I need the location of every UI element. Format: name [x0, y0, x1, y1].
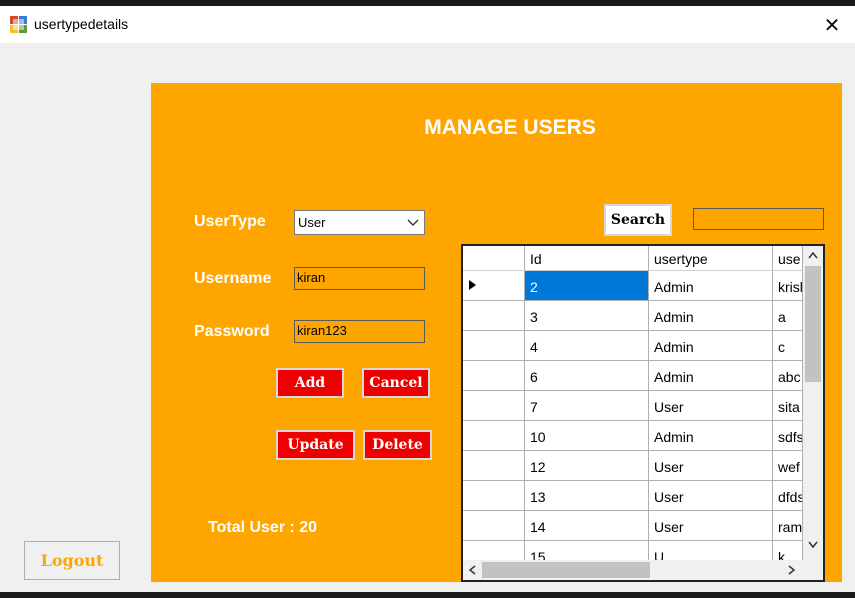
table-row[interactable]: 6 Admin abc: [463, 361, 803, 391]
vertical-scrollbar[interactable]: [803, 246, 823, 560]
cell-username[interactable]: krisl: [773, 271, 803, 301]
cell-username[interactable]: sdfs: [773, 421, 803, 451]
usertype-select[interactable]: User: [294, 210, 425, 235]
cell-username[interactable]: ram: [773, 511, 803, 541]
add-button[interactable]: Add: [276, 368, 344, 398]
cell-usertype[interactable]: User: [649, 451, 773, 481]
app-window: usertypedetails ✕ MANAGE USERS UserType …: [0, 6, 855, 592]
cell-username[interactable]: wef: [773, 451, 803, 481]
cell-usertype[interactable]: Admin: [649, 361, 773, 391]
logout-button[interactable]: Logout: [24, 541, 120, 580]
vertical-scroll-thumb[interactable]: [805, 266, 821, 382]
table-row[interactable]: 7 User sita: [463, 391, 803, 421]
table-row[interactable]: 10 Admin sdfs: [463, 421, 803, 451]
row-header-corner: [463, 246, 525, 271]
total-users-label: Total User : 20: [208, 519, 318, 536]
title-bar: usertypedetails ✕: [0, 6, 855, 43]
row-header[interactable]: [463, 391, 525, 421]
update-button[interactable]: Update: [276, 430, 355, 460]
username-label: Username: [194, 270, 272, 287]
column-header-usertype[interactable]: usertype: [649, 246, 773, 271]
usertype-value: User: [298, 215, 326, 230]
cell-id[interactable]: 10: [525, 421, 649, 451]
scrollbar-corner: [803, 560, 823, 580]
row-header[interactable]: [463, 481, 525, 511]
row-header[interactable]: [463, 451, 525, 481]
password-field[interactable]: kiran123: [294, 320, 425, 343]
scroll-left-icon[interactable]: [464, 561, 481, 579]
manage-users-panel: MANAGE USERS UserType User Username kira…: [151, 83, 842, 582]
cell-id[interactable]: 14: [525, 511, 649, 541]
cell-username[interactable]: sita: [773, 391, 803, 421]
cell-id[interactable]: 3: [525, 301, 649, 331]
cell-usertype[interactable]: User: [649, 481, 773, 511]
window-title: usertypedetails: [34, 16, 129, 32]
usertype-label: UserType: [194, 213, 266, 230]
row-header[interactable]: [463, 511, 525, 541]
cell-usertype[interactable]: User: [649, 511, 773, 541]
column-header-id[interactable]: Id: [525, 246, 649, 271]
table-row[interactable]: 4 Admin c: [463, 331, 803, 361]
cell-usertype[interactable]: Admin: [649, 331, 773, 361]
horizontal-scroll-thumb[interactable]: [482, 562, 650, 578]
cell-id[interactable]: 7: [525, 391, 649, 421]
username-field[interactable]: kiran: [294, 267, 425, 290]
page-title: MANAGE USERS: [424, 116, 596, 139]
cell-username[interactable]: abc: [773, 361, 803, 391]
row-header[interactable]: [463, 361, 525, 391]
scroll-right-icon[interactable]: [783, 561, 800, 579]
column-header-username[interactable]: use: [773, 246, 803, 271]
cell-id[interactable]: 12: [525, 451, 649, 481]
row-pointer-icon: [469, 280, 476, 290]
row-header[interactable]: [463, 301, 525, 331]
cell-usertype[interactable]: User: [649, 391, 773, 421]
app-icon: [10, 16, 27, 33]
cell-usertype[interactable]: Admin: [649, 271, 773, 301]
users-grid[interactable]: Id usertype use 2 Admin krisl 3 Admin a: [461, 244, 825, 582]
search-button[interactable]: Search: [604, 204, 672, 236]
chevron-down-icon: [407, 219, 419, 226]
search-input[interactable]: [693, 208, 824, 230]
cancel-button[interactable]: Cancel: [362, 368, 430, 398]
cell-id[interactable]: 6: [525, 361, 649, 391]
table-row[interactable]: 3 Admin a: [463, 301, 803, 331]
cell-username[interactable]: dfds: [773, 481, 803, 511]
close-icon[interactable]: ✕: [809, 6, 855, 43]
cell-id[interactable]: 4: [525, 331, 649, 361]
cell-username[interactable]: c: [773, 331, 803, 361]
scroll-down-icon[interactable]: [803, 536, 823, 553]
table-row[interactable]: 2 Admin krisl: [463, 271, 803, 301]
row-header[interactable]: [463, 331, 525, 361]
cell-usertype[interactable]: Admin: [649, 421, 773, 451]
cell-usertype[interactable]: Admin: [649, 301, 773, 331]
cell-id[interactable]: 13: [525, 481, 649, 511]
password-label: Password: [194, 323, 270, 340]
row-header[interactable]: [463, 421, 525, 451]
delete-button[interactable]: Delete: [363, 430, 432, 460]
horizontal-scrollbar[interactable]: [463, 560, 803, 580]
scroll-up-icon[interactable]: [803, 247, 823, 264]
table-row[interactable]: 14 User ram: [463, 511, 803, 541]
table-row[interactable]: 12 User wef: [463, 451, 803, 481]
cell-id[interactable]: 2: [525, 271, 649, 301]
cell-username[interactable]: a: [773, 301, 803, 331]
row-header[interactable]: [463, 271, 525, 301]
table-row[interactable]: 13 User dfds: [463, 481, 803, 511]
